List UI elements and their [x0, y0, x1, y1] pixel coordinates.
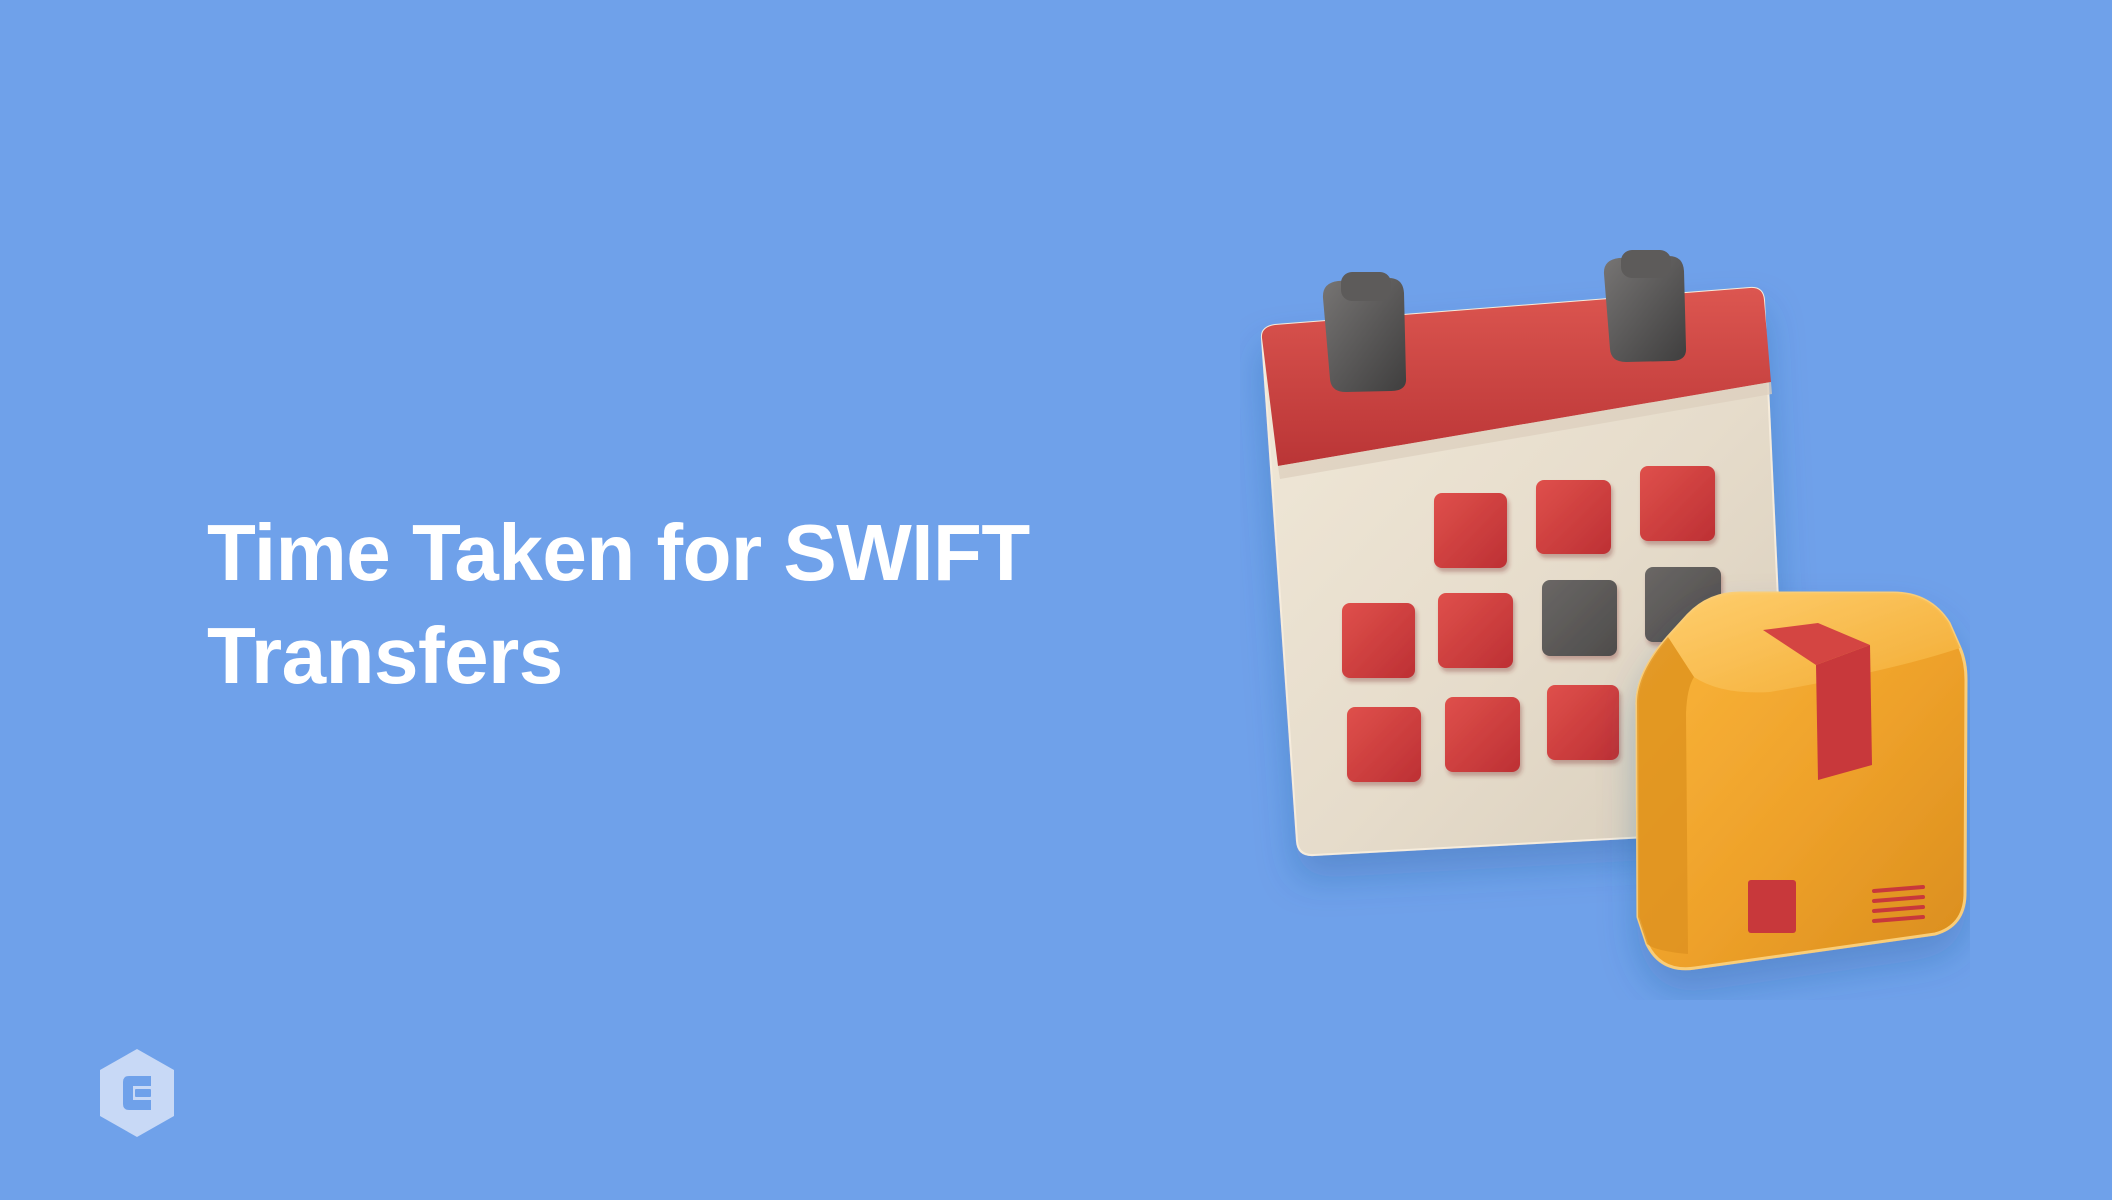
title-line-2: Transfers [207, 611, 563, 700]
title-line-1: Time Taken for SWIFT [207, 508, 1030, 597]
page-title: Time Taken for SWIFT Transfers [207, 501, 1137, 707]
brand-hexagon-logo-icon [100, 1049, 174, 1137]
calendar-ring-right [1603, 250, 1687, 362]
package-box-icon [1635, 591, 1968, 971]
calendar-package-illustration [1260, 250, 1968, 971]
calendar-ring-left [1322, 272, 1407, 392]
hero-banner: Time Taken for SWIFT Transfers [0, 0, 2112, 1200]
